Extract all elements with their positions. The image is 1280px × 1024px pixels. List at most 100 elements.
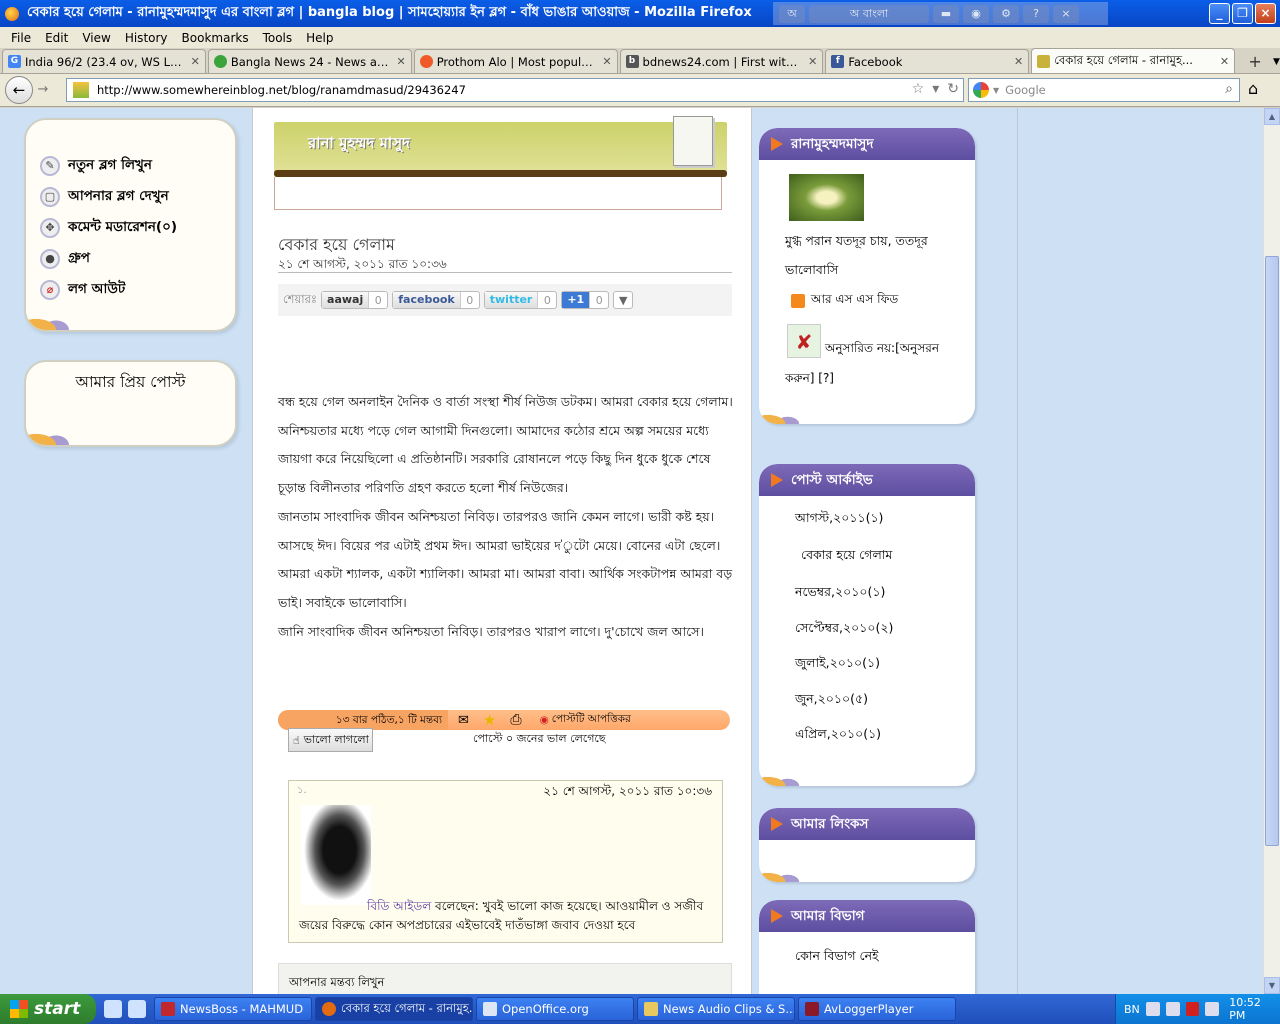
google-search-engine-icon[interactable] (973, 82, 989, 98)
menu-comment-moderation[interactable]: ✥ কমেন্ট মডারেশন(০) (40, 216, 177, 239)
back-button[interactable]: ← (5, 76, 33, 104)
tab-prothomalo[interactable]: Prothom Alo | Most popular ban...✕ (413, 49, 618, 73)
menu-write-post[interactable]: ✎ নতুন ব্লগ লিখুন (40, 154, 152, 177)
vc-icon[interactable] (1205, 1002, 1220, 1016)
comment-item: ১. ২১ শে আগস্ট, ২০১১ রাত ১০:৩৬ বিডি আইডল… (288, 780, 723, 943)
archive-item[interactable]: এপ্রিল,২০১০(১) (795, 726, 881, 746)
start-button[interactable]: start (0, 994, 96, 1024)
archive-item[interactable]: জুলাই,২০১০(১) (795, 655, 880, 675)
url-text[interactable]: http://www.somewhereinblog.net/blog/rana… (97, 83, 466, 97)
ime-help-icon[interactable]: ? (1023, 4, 1049, 23)
archive-item[interactable]: আগস্ট,২০১১(১) (795, 510, 883, 530)
tab-banglanews24[interactable]: Bangla News 24 - News and Ent...✕ (207, 49, 412, 73)
language-bar[interactable]: অ অ বাংলা ▬ ◉ ⚙ ? × (773, 2, 1108, 25)
menu-tools[interactable]: Tools (256, 31, 300, 45)
url-bar[interactable]: http://www.somewhereinblog.net/blog/rana… (66, 78, 964, 102)
archive-post-item[interactable]: বেকার হয়ে গেলাম (801, 547, 892, 567)
taskbar-avlogger[interactable]: AvLoggerPlayer (798, 997, 956, 1021)
scroll-up-button[interactable]: ▲ (1264, 108, 1280, 125)
tab-close-icon[interactable]: ✕ (1220, 55, 1229, 68)
post-paragraph: জানি সাংবাদিক জীবন অনিশ্চয়তা নিবিড়। তা… (278, 623, 704, 639)
tab-close-icon[interactable]: ✕ (396, 55, 405, 68)
ime-close-icon[interactable]: × (1053, 4, 1079, 23)
menu-help[interactable]: Help (299, 31, 340, 45)
share-twitter-button[interactable]: twitter 0 (483, 291, 558, 309)
print-icon[interactable]: ⎙ (510, 712, 521, 728)
ime-settings-icon[interactable]: ⚙ (993, 4, 1019, 23)
archive-item[interactable]: জুন,২০১০(৫) (795, 691, 868, 711)
ime-minimize-icon[interactable]: ▬ (933, 4, 959, 23)
input-language[interactable]: BN (1124, 1003, 1140, 1016)
archive-item[interactable]: নভেম্বর,২০১০(১) (795, 584, 885, 604)
home-icon[interactable]: ⌂ (1248, 79, 1258, 98)
url-dropdown-icon[interactable]: ▾ (932, 81, 939, 97)
menu-logout[interactable]: ⌀ লগ আউট (40, 278, 125, 301)
like-button[interactable]: ☝ ভালো লাগলো (288, 728, 373, 752)
archive-item[interactable]: সেপ্টেম্বর,২০১০(২) (795, 620, 893, 640)
reload-icon[interactable]: ↻ (947, 81, 959, 97)
report-link[interactable]: পোস্টটি আপত্তিকর (552, 712, 631, 729)
ime-icon[interactable]: অ (779, 4, 805, 23)
comment-author-link[interactable]: বিডি আইডল (367, 899, 431, 913)
menu-view-blog[interactable]: ▢ আপনার ব্লগ দেখুন (40, 185, 169, 208)
tab-blog-active[interactable]: বেকার হয়ে গেলাম - রানামুহ... ✕ (1031, 48, 1236, 73)
share-more-button[interactable]: ▼ (613, 291, 634, 309)
search-icon[interactable]: ⌕ (1225, 81, 1233, 97)
antivirus-icon[interactable] (1185, 1002, 1200, 1016)
tab-bdnews24[interactable]: bbdnews24.com | First with the ...✕ (619, 49, 824, 73)
bdnews-favicon-icon: b (625, 55, 639, 68)
network-icon[interactable] (1165, 1002, 1180, 1016)
tray-expand-icon[interactable] (1145, 1002, 1160, 1016)
post-stats-bar: ১৩ বার পঠিত,১ টি মন্তব্য ✉ ★ ⎙ ◉ পোস্টটি… (278, 710, 730, 730)
tab-list-button[interactable]: ▼ (1273, 51, 1280, 73)
maximize-button[interactable]: ❐ (1232, 3, 1253, 24)
minimize-button[interactable]: _ (1209, 3, 1230, 24)
page-viewport: ✎ নতুন ব্লগ লিখুন ▢ আপনার ব্লগ দেখুন ✥ কমেন… (0, 108, 1263, 994)
favorite-posts-title: আমার প্রিয় পোস্ট (75, 373, 186, 391)
taskbar-news-audio[interactable]: News Audio Clips & S... (637, 997, 795, 1021)
tab-cricket[interactable]: GIndia 96/2 (23.4 ov, WS Laxma...✕ (2, 49, 206, 73)
desktop-icon[interactable] (128, 1000, 146, 1018)
ie-icon[interactable] (104, 1000, 122, 1018)
like-count: পোস্টে ০ জনের ভাল লেগেছে (473, 732, 606, 745)
tab-close-icon[interactable]: ✕ (602, 55, 611, 68)
blogger-name[interactable]: রানা মুহম্মদ মাসুদ (308, 132, 410, 157)
forward-button[interactable]: → (33, 80, 53, 100)
taskbar-openoffice[interactable]: OpenOffice.org (476, 997, 634, 1021)
google-favicon-icon: G (8, 55, 21, 68)
category-card: আমার বিভাগ কোন বিভাগ নেই (759, 900, 975, 994)
engine-dropdown-icon[interactable]: ▼ (993, 86, 999, 95)
ime-language[interactable]: অ বাংলা (809, 4, 929, 23)
menu-edit[interactable]: Edit (38, 31, 75, 45)
taskbar-firefox[interactable]: বেকার হয়ে গেলাম - রানামুহ... (315, 997, 473, 1021)
tab-close-icon[interactable]: ✕ (191, 55, 200, 68)
scroll-thumb[interactable] (1265, 256, 1279, 846)
menu-file[interactable]: File (4, 31, 38, 45)
tab-close-icon[interactable]: ✕ (1014, 55, 1023, 68)
close-button[interactable]: × (1255, 3, 1276, 24)
tab-close-icon[interactable]: ✕ (808, 55, 817, 68)
search-input[interactable]: Google (1005, 83, 1046, 97)
share-plusone-button[interactable]: +1 0 (561, 291, 610, 309)
tab-facebook[interactable]: f Facebook ✕ (825, 49, 1030, 73)
menu-history[interactable]: History (118, 31, 175, 45)
menu-bookmarks[interactable]: Bookmarks (175, 31, 256, 45)
share-aawaj-button[interactable]: aawaj 0 (321, 291, 389, 309)
menu-group[interactable]: ● গ্রুপ (40, 247, 90, 270)
share-bar: শেয়ারঃ aawaj 0 facebook 0 twitter 0 +1 0 ▼ (278, 284, 732, 316)
search-box[interactable]: ▼ Google ⌕ (968, 78, 1240, 102)
new-tab-button[interactable]: + (1243, 51, 1267, 73)
email-icon[interactable]: ✉ (458, 713, 469, 728)
menu-view[interactable]: View (75, 31, 117, 45)
share-facebook-button[interactable]: facebook 0 (392, 291, 480, 309)
profile-photo[interactable] (789, 174, 864, 221)
profile-title[interactable]: রানামুহম্মদমাসুদ (759, 128, 975, 160)
vertical-scrollbar[interactable]: ▲ ▼ (1263, 108, 1280, 994)
favorite-star-icon[interactable]: ★ (483, 711, 496, 729)
rss-link[interactable]: আর এস এস ফিড (791, 291, 898, 311)
taskbar-newsboss[interactable]: NewsBoss - MAHMUD (154, 997, 312, 1021)
bookmark-star-icon[interactable]: ☆ (912, 81, 925, 97)
follow-link[interactable]: অনুসারিত নয়:[অনুসরন করুন] [?] (785, 333, 965, 393)
ime-mouse-icon[interactable]: ◉ (963, 4, 989, 23)
scroll-down-button[interactable]: ▼ (1264, 977, 1280, 994)
